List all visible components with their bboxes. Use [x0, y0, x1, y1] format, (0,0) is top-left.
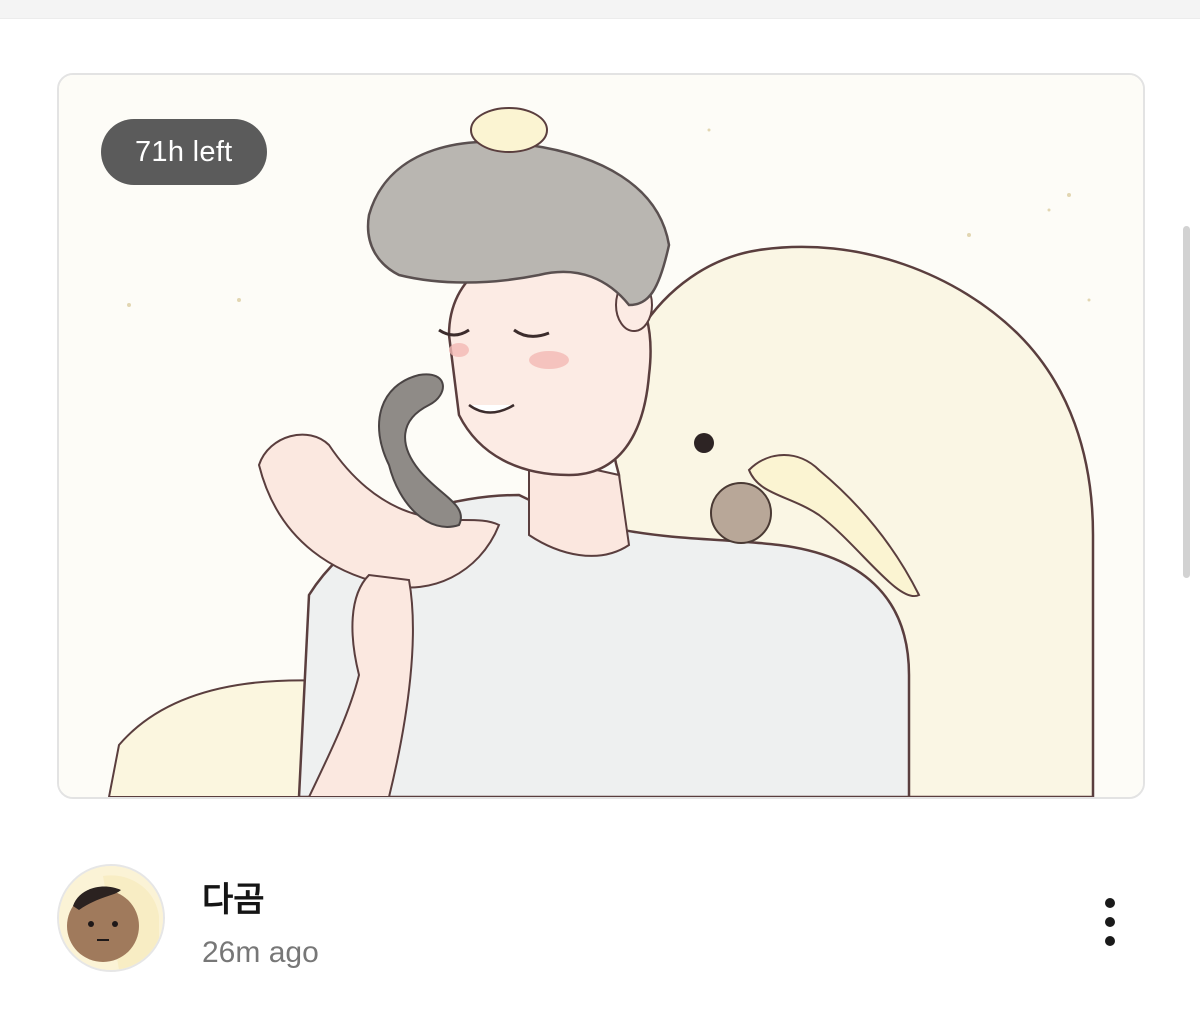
more-dot	[1105, 898, 1115, 908]
post-image-card[interactable]: 71h left	[57, 73, 1145, 799]
author-name[interactable]: 다곰	[202, 872, 265, 921]
more-dot	[1105, 917, 1115, 927]
top-edge	[0, 0, 1200, 19]
avatar-illustration	[59, 866, 163, 970]
author-avatar[interactable]	[57, 864, 165, 972]
more-vertical-icon[interactable]	[1090, 892, 1130, 952]
more-dot	[1105, 936, 1115, 946]
time-left-badge: 71h left	[101, 119, 267, 185]
post-timestamp: 26m ago	[202, 936, 319, 969]
scrollbar-thumb[interactable]	[1183, 226, 1190, 578]
